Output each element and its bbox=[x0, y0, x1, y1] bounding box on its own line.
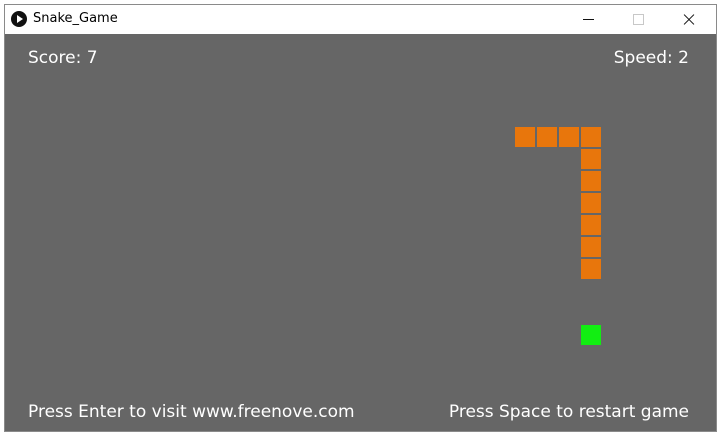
minimize-button[interactable] bbox=[565, 5, 611, 34]
snake-segment bbox=[581, 171, 601, 191]
speed-label: Speed: 2 bbox=[613, 48, 689, 68]
title-bar[interactable]: Snake_Game bbox=[5, 5, 716, 34]
snake-segment bbox=[581, 127, 601, 147]
window-title: Snake_Game bbox=[33, 11, 118, 26]
game-canvas[interactable]: Score: 7 Speed: 2 Press Enter to visit w… bbox=[5, 34, 716, 431]
maximize-button[interactable] bbox=[615, 5, 661, 34]
snake-segment bbox=[515, 127, 535, 147]
visit-website-hint: Press Enter to visit www.freenove.com bbox=[28, 402, 355, 422]
snake-segment bbox=[537, 127, 557, 147]
game-window: Snake_Game Score: 7 Speed: 2 Press Enter… bbox=[4, 4, 717, 432]
food-item bbox=[581, 325, 601, 345]
play-circle-icon bbox=[11, 11, 27, 27]
snake-segment bbox=[559, 127, 579, 147]
snake-segment bbox=[581, 149, 601, 169]
score-label: Score: 7 bbox=[28, 48, 98, 68]
close-button[interactable] bbox=[665, 5, 711, 34]
snake-segment bbox=[581, 215, 601, 235]
snake-head bbox=[581, 259, 601, 279]
snake-segment bbox=[581, 237, 601, 257]
restart-hint: Press Space to restart game bbox=[448, 402, 689, 422]
snake-segment bbox=[581, 193, 601, 213]
